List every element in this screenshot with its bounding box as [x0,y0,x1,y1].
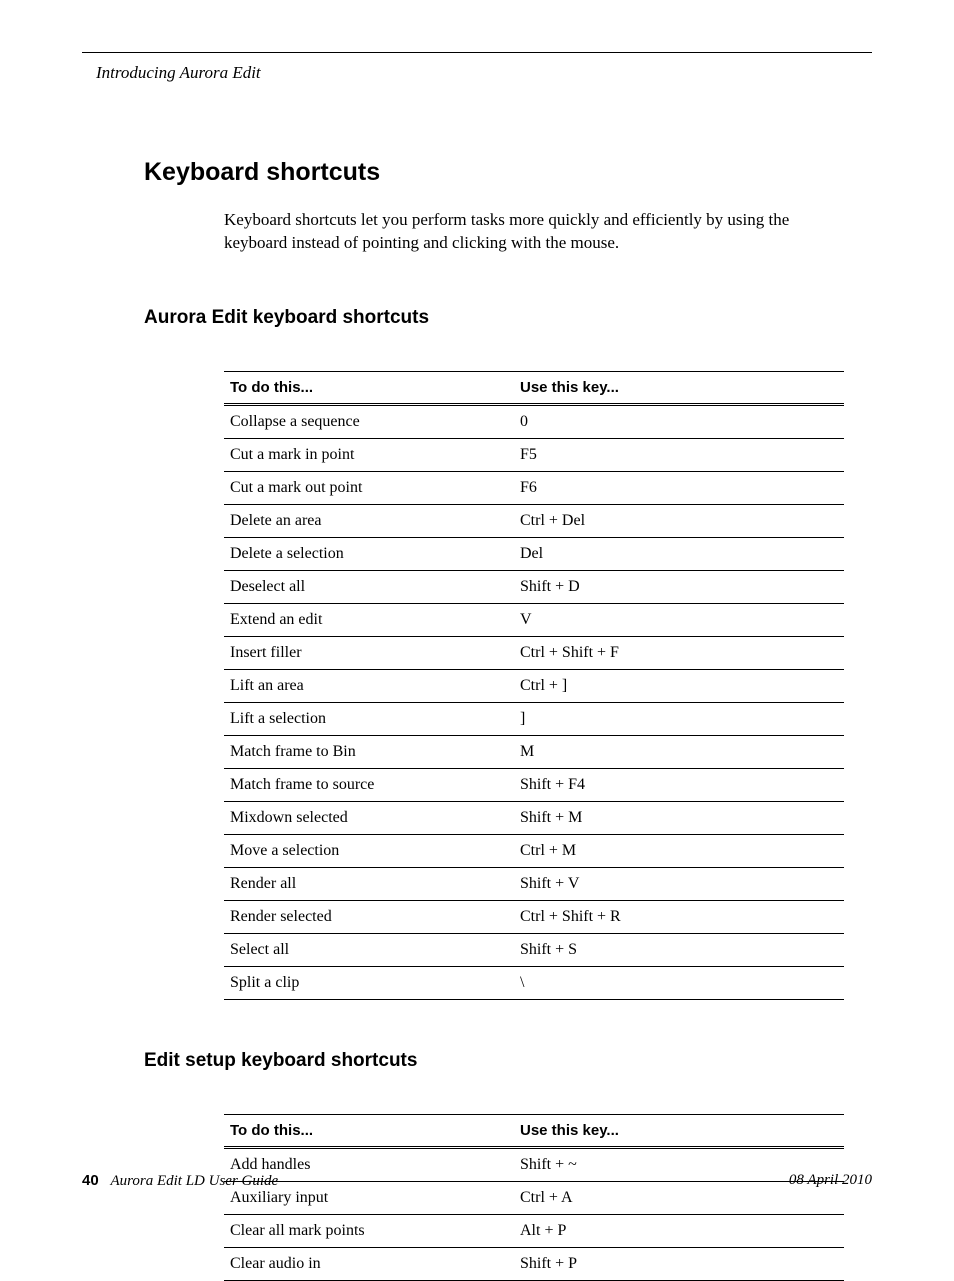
shortcut-key: Shift + D [514,570,844,603]
shortcut-action: Select all [224,933,514,966]
shortcut-key: Ctrl + Shift + F [514,636,844,669]
shortcut-action: Split a clip [224,966,514,999]
table-row: Cut a mark in pointF5 [224,438,844,471]
shortcut-key: Ctrl + Shift + R [514,900,844,933]
shortcut-action: Delete an area [224,504,514,537]
table-row: Match frame to sourceShift + F4 [224,768,844,801]
table2-header-key: Use this key... [514,1114,844,1146]
shortcut-key: Shift + F4 [514,768,844,801]
shortcut-action: Cut a mark out point [224,471,514,504]
table-row: Lift a selection] [224,702,844,735]
table-row: Cut a mark out pointF6 [224,471,844,504]
running-head: Introducing Aurora Edit [96,63,872,83]
table-row: Select allShift + S [224,933,844,966]
table-row: Extend an editV [224,603,844,636]
section2-heading: Edit setup keyboard shortcuts [144,1050,872,1072]
table-row: Lift an areaCtrl + ] [224,669,844,702]
shortcut-key: Shift + V [514,867,844,900]
shortcut-action: Deselect all [224,570,514,603]
table-row: Insert fillerCtrl + Shift + F [224,636,844,669]
table-row: Clear audio inShift + P [224,1247,844,1280]
shortcut-key: 0 [514,405,844,438]
table-row: Mixdown selectedShift + M [224,801,844,834]
top-rule [82,52,872,53]
shortcut-key: ] [514,702,844,735]
shortcut-key: Alt + P [514,1214,844,1247]
shortcut-key: Ctrl + Del [514,504,844,537]
shortcut-key: M [514,735,844,768]
shortcut-action: Cut a mark in point [224,438,514,471]
table-row: Move a selectionCtrl + M [224,834,844,867]
shortcut-action: Extend an edit [224,603,514,636]
table2-header-action: To do this... [224,1114,514,1146]
shortcut-action: Render all [224,867,514,900]
shortcut-action: Lift an area [224,669,514,702]
shortcut-action: Move a selection [224,834,514,867]
table-row: Clear all mark pointsAlt + P [224,1214,844,1247]
table1-header-action: To do this... [224,371,514,403]
shortcut-key: F6 [514,471,844,504]
shortcut-key: Shift + S [514,933,844,966]
shortcut-action: Clear audio in [224,1247,514,1280]
page-number: 40 [82,1172,99,1189]
shortcut-key: Ctrl + M [514,834,844,867]
shortcut-action: Insert filler [224,636,514,669]
table1-header-key: Use this key... [514,371,844,403]
shortcut-key: Ctrl + ] [514,669,844,702]
table-row: Split a clip\ [224,966,844,999]
shortcut-action: Delete a selection [224,537,514,570]
shortcut-key: V [514,603,844,636]
shortcut-key: Shift + P [514,1247,844,1280]
table-row: Render selectedCtrl + Shift + R [224,900,844,933]
table-row: Delete a selectionDel [224,537,844,570]
page-footer: 40 Aurora Edit LD User Guide 08 April 20… [82,1172,872,1190]
shortcut-action: Render selected [224,900,514,933]
shortcut-key: Shift + M [514,801,844,834]
shortcut-action: Lift a selection [224,702,514,735]
table-row: Collapse a sequence0 [224,405,844,438]
guide-title: Aurora Edit LD User Guide [110,1173,278,1189]
table-row: Deselect allShift + D [224,570,844,603]
footer-date: 08 April 2010 [789,1172,872,1190]
table-row: Match frame to BinM [224,735,844,768]
table-row: Render allShift + V [224,867,844,900]
section1-heading: Aurora Edit keyboard shortcuts [144,307,872,329]
shortcuts-table-1: To do this... Use this key... Collapse a… [224,371,844,1000]
shortcut-action: Match frame to source [224,768,514,801]
shortcut-key: Del [514,537,844,570]
shortcut-action: Collapse a sequence [224,405,514,438]
shortcut-action: Match frame to Bin [224,735,514,768]
shortcut-key: \ [514,966,844,999]
shortcut-action: Clear all mark points [224,1214,514,1247]
shortcuts-table-2: To do this... Use this key... Add handle… [224,1114,844,1281]
table-row: Delete an areaCtrl + Del [224,504,844,537]
shortcut-key: F5 [514,438,844,471]
shortcut-action: Mixdown selected [224,801,514,834]
intro-paragraph: Keyboard shortcuts let you perform tasks… [224,209,832,255]
page-title: Keyboard shortcuts [144,158,872,187]
